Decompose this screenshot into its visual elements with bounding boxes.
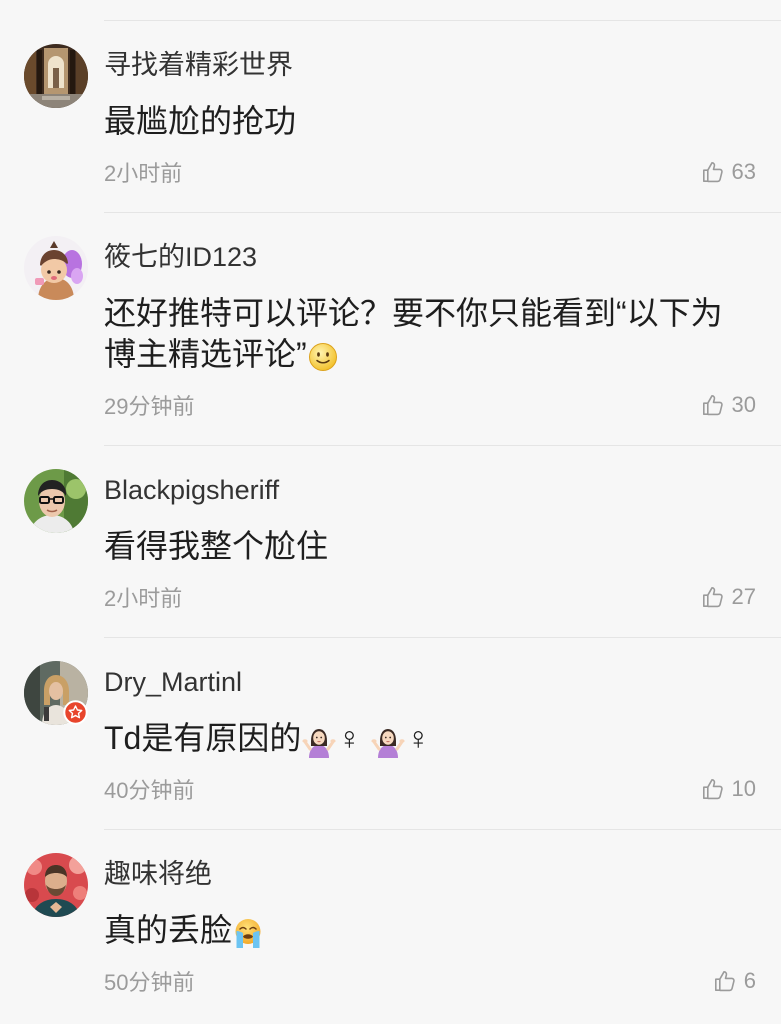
woman-shrugging-icon: [302, 724, 336, 758]
user-avatar[interactable]: [24, 469, 88, 533]
comment-meta: 50分钟前 6: [104, 966, 781, 996]
username-link[interactable]: 趣味将绝: [104, 856, 781, 892]
comment-text: 看得我整个尬住: [104, 526, 749, 567]
comment-body: 趣味将绝 真的丢脸 50分钟前 6: [104, 829, 781, 1021]
comment-item: Dry_Martinl Td是有原因的 ♀ ♀ 40分钟前 10: [0, 637, 781, 829]
like-count: 27: [731, 584, 756, 609]
like-count: 30: [731, 392, 756, 417]
like-count: 63: [731, 159, 756, 184]
comment-text-segment: ♀: [337, 720, 371, 756]
comment-text: 真的丢脸: [104, 910, 749, 951]
avatar-image: [24, 469, 88, 533]
comment-item: Blackpigsheriff 看得我整个尬住 2小时前 27: [0, 445, 781, 637]
comment-text-segment: 真的丢脸: [104, 912, 233, 948]
comment-text-segment: 最尴尬的抢功: [104, 103, 297, 139]
comment-meta: 29分钟前 30: [104, 390, 781, 420]
avatar-image: [24, 853, 88, 917]
like-button[interactable]: 30: [701, 392, 756, 418]
comment-body: 寻找着精彩世界 最尴尬的抢功 2小时前 63: [104, 20, 781, 212]
comment-body: Dry_Martinl Td是有原因的 ♀ ♀ 40分钟前 10: [104, 637, 781, 829]
thumbs-up-icon: [701, 393, 725, 417]
timestamp: 2小时前: [104, 586, 183, 611]
comment-text: 还好推特可以评论？要不你只能看到“以下为博主精选评论”: [104, 293, 749, 375]
timestamp: 2小时前: [104, 161, 183, 186]
comment-meta: 2小时前 63: [104, 157, 781, 187]
comment-meta: 40分钟前 10: [104, 774, 781, 804]
username-link[interactable]: 筱七的ID123: [104, 239, 781, 275]
timestamp: 40分钟前: [104, 778, 195, 803]
comment-text: 最尴尬的抢功: [104, 101, 749, 142]
like-count: 10: [731, 776, 756, 801]
comment-text-segment: 还好推特可以评论？要不你只能看到“以下为博主精选评论”: [104, 295, 723, 372]
user-avatar[interactable]: [24, 236, 88, 300]
thumbs-up-icon: [701, 160, 725, 184]
comment-item: 寻找着精彩世界 最尴尬的抢功 2小时前 63: [0, 20, 781, 212]
thumbs-up-icon: [701, 585, 725, 609]
like-button[interactable]: 10: [701, 776, 756, 802]
comment-body: Blackpigsheriff 看得我整个尬住 2小时前 27: [104, 445, 781, 637]
comment-text: Td是有原因的 ♀ ♀: [104, 718, 749, 759]
comment-text-segment: Td是有原因的: [104, 720, 302, 756]
avatar-image: [24, 236, 88, 300]
comment-meta: 2小时前 27: [104, 582, 781, 612]
user-avatar[interactable]: [24, 44, 88, 108]
woman-shrugging-icon: [371, 724, 405, 758]
comment-text-segment: ♀: [406, 720, 431, 756]
user-avatar[interactable]: [24, 661, 88, 725]
slightly-smiling-face-icon: [308, 342, 338, 372]
avatar-image: [24, 44, 88, 108]
comment-text-segment: 看得我整个尬住: [104, 528, 329, 564]
comment-item: 趣味将绝 真的丢脸 50分钟前 6: [0, 829, 781, 1021]
comment-body: 筱七的ID123 还好推特可以评论？要不你只能看到“以下为博主精选评论” 29分…: [104, 212, 781, 445]
username-link[interactable]: Blackpigsheriff: [104, 472, 781, 508]
like-button[interactable]: 6: [713, 968, 756, 994]
thumbs-up-icon: [713, 969, 737, 993]
avatar-column: [0, 445, 104, 637]
avatar-column: [0, 637, 104, 829]
comment-list: 寻找着精彩世界 最尴尬的抢功 2小时前 63 筱七的ID123 还好推特可以评论…: [0, 0, 781, 1021]
like-button[interactable]: 63: [701, 159, 756, 185]
loudly-crying-face-icon: [233, 918, 263, 948]
user-avatar[interactable]: [24, 853, 88, 917]
like-button[interactable]: 27: [701, 584, 756, 610]
star-badge-icon: [63, 700, 88, 725]
timestamp: 29分钟前: [104, 394, 195, 419]
timestamp: 50分钟前: [104, 970, 195, 995]
thumbs-up-icon: [701, 777, 725, 801]
comment-item: 筱七的ID123 还好推特可以评论？要不你只能看到“以下为博主精选评论” 29分…: [0, 212, 781, 445]
username-link[interactable]: 寻找着精彩世界: [104, 47, 781, 83]
avatar-column: [0, 20, 104, 212]
like-count: 6: [743, 968, 756, 993]
avatar-column: [0, 829, 104, 1021]
username-link[interactable]: Dry_Martinl: [104, 664, 781, 700]
avatar-column: [0, 212, 104, 445]
